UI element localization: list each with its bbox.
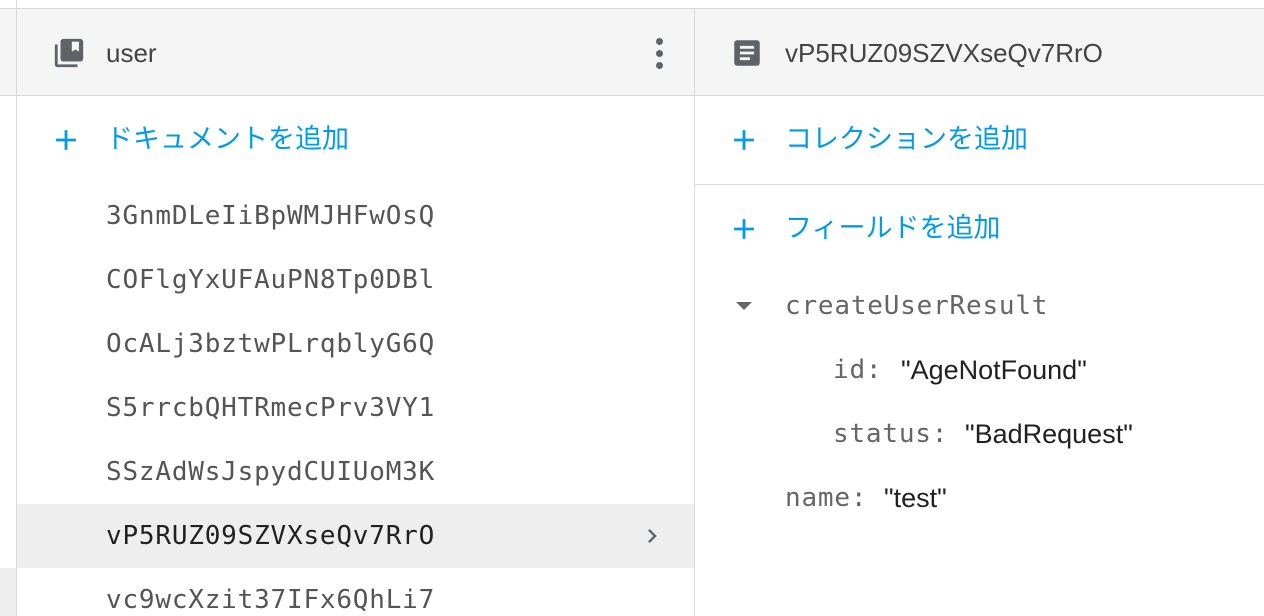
- field-key[interactable]: id:: [833, 338, 882, 402]
- document-list: 3GnmDLeIiBpWMJHFwOsQ COFlgYxUFAuPN8Tp0DB…: [17, 184, 694, 616]
- add-field-button[interactable]: フィールドを追加: [695, 185, 1264, 273]
- add-collection-label: コレクションを追加: [785, 124, 1028, 155]
- more-vert-icon-dot: [655, 49, 663, 57]
- document-id: SSzAdWsJspydCUIUoM3K: [106, 457, 436, 487]
- add-collection-button[interactable]: コレクションを追加: [695, 96, 1264, 184]
- previous-panel-selected-row[interactable]: [0, 568, 16, 616]
- previous-panel-edge: [0, 0, 17, 616]
- document-id: COFlgYxUFAuPN8Tp0DBl: [106, 265, 436, 295]
- document-list-item[interactable]: vc9wcXzit37IFx6QhLi7: [17, 568, 694, 616]
- document-title: vP5RUZ09SZVXseQv7RrO: [785, 38, 1103, 68]
- document-list-item[interactable]: SSzAdWsJspydCUIUoM3K: [17, 440, 694, 504]
- collection-menu-button[interactable]: [646, 33, 672, 73]
- field-row: name: "test": [695, 466, 1263, 530]
- field-tree: createUserResult id: "AgeNotFound" statu…: [695, 274, 1263, 530]
- field-key[interactable]: name:: [785, 466, 867, 530]
- field-value[interactable]: "test": [884, 466, 947, 530]
- field-row-nested: id: "AgeNotFound": [695, 338, 1263, 402]
- document-id: OcALj3bztwPLrqblyG6Q: [106, 329, 436, 359]
- field-row-nested: status: "BadRequest": [695, 402, 1263, 466]
- field-value[interactable]: "BadRequest": [965, 402, 1133, 466]
- document-id: vP5RUZ09SZVXseQv7RrO: [106, 521, 436, 551]
- document-panel: vP5RUZ09SZVXseQv7RrO コレクションを追加 フィールドを追加 …: [695, 8, 1264, 616]
- document-list-item-selected[interactable]: vP5RUZ09SZVXseQv7RrO: [17, 504, 694, 568]
- collection-panel: user ドキュメントを追加 3GnmDLeIiBpWMJHFwOsQ COFl…: [17, 8, 695, 616]
- chevron-right-icon: [648, 529, 657, 543]
- document-id: S5rrcbQHTRmecPrv3VY1: [106, 393, 436, 423]
- document-list-item[interactable]: OcALj3bztwPLrqblyG6Q: [17, 312, 694, 376]
- plus-icon: [734, 219, 754, 239]
- document-header: vP5RUZ09SZVXseQv7RrO: [695, 8, 1264, 96]
- document-id: 3GnmDLeIiBpWMJHFwOsQ: [106, 201, 436, 231]
- collection-title: user: [106, 38, 157, 68]
- document-list-item[interactable]: COFlgYxUFAuPN8Tp0DBl: [17, 248, 694, 312]
- document-list-item[interactable]: 3GnmDLeIiBpWMJHFwOsQ: [17, 184, 694, 248]
- add-field-label: フィールドを追加: [785, 213, 1001, 244]
- document-list-item[interactable]: S5rrcbQHTRmecPrv3VY1: [17, 376, 694, 440]
- more-vert-icon-dot: [655, 61, 663, 69]
- previous-panel-header: [0, 8, 16, 96]
- plus-icon: [734, 130, 754, 150]
- collection-header: user: [17, 8, 694, 96]
- collection-icon: [54, 38, 84, 68]
- field-value[interactable]: "AgeNotFound": [901, 338, 1087, 402]
- field-row-map: createUserResult: [695, 274, 1263, 338]
- add-document-button[interactable]: ドキュメントを追加: [17, 96, 694, 184]
- expand-caret-icon[interactable]: [734, 296, 754, 316]
- field-key[interactable]: status:: [833, 402, 948, 466]
- plus-icon: [56, 130, 76, 150]
- add-document-label: ドキュメントを追加: [106, 124, 349, 155]
- field-key[interactable]: createUserResult: [785, 274, 1048, 338]
- firestore-data-viewer: user ドキュメントを追加 3GnmDLeIiBpWMJHFwOsQ COFl…: [0, 0, 1264, 616]
- document-icon: [734, 40, 760, 66]
- document-id: vc9wcXzit37IFx6QhLi7: [106, 585, 436, 615]
- top-spacer: [17, 0, 1264, 8]
- more-vert-icon: [655, 37, 663, 45]
